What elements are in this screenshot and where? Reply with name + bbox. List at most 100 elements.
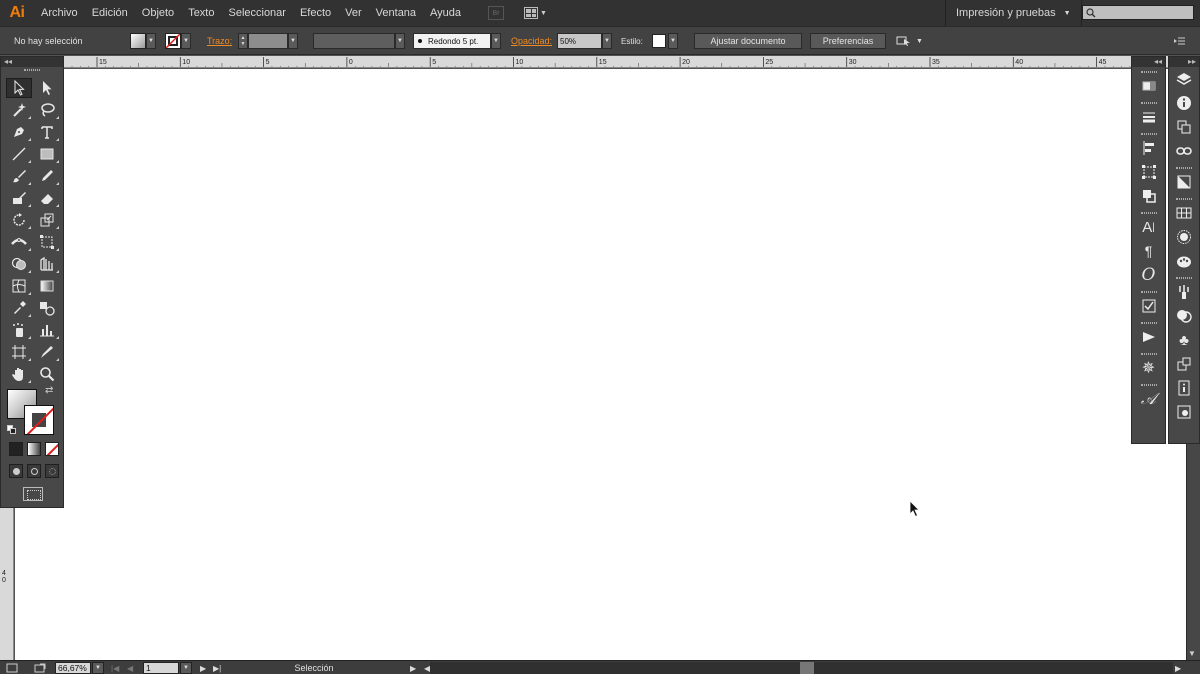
swap-fill-stroke-icon[interactable]: ⇄	[45, 385, 53, 396]
brush-definition-field[interactable]: Redondo 5 pt.	[413, 33, 491, 49]
chevron-down-icon[interactable]: ▼	[602, 33, 612, 49]
scroll-right-icon[interactable]: ▶	[1175, 662, 1181, 674]
search-input[interactable]	[1082, 5, 1194, 20]
artboard-number-input[interactable]: 1	[143, 662, 179, 674]
pencil-icon[interactable]	[34, 166, 60, 186]
navigator-panel-icon[interactable]: ✵	[1132, 356, 1165, 380]
color-mode-icon[interactable]	[9, 442, 23, 456]
magic-wand-icon[interactable]	[6, 100, 32, 120]
bridge-button[interactable]: Br	[488, 6, 505, 20]
workspace-switcher[interactable]: Impresión y pruebas ▼	[945, 0, 1082, 26]
info-panel-icon[interactable]	[1169, 91, 1199, 115]
brush-definition[interactable]: Redondo 5 pt. ▼	[413, 33, 501, 49]
blend-icon[interactable]	[34, 298, 60, 318]
stroke-label-link[interactable]: Trazo:	[207, 36, 232, 46]
eraser-icon[interactable]	[34, 188, 60, 208]
stroke-panel-icon[interactable]	[1132, 105, 1165, 129]
horizontal-ruler[interactable]: 15 10 5 0 5 10 15 20 25 30 35 40 45	[14, 56, 1186, 68]
glyphs-panel-icon[interactable]: 𝒜	[1132, 387, 1165, 411]
transform-panel-icon[interactable]	[1132, 160, 1165, 184]
horizontal-scroll-thumb[interactable]	[800, 662, 814, 674]
artboard-canvas[interactable]	[15, 69, 1186, 660]
variable-width-profile[interactable]: ▼	[313, 33, 405, 49]
zoom-icon[interactable]	[34, 364, 60, 384]
symbol-sprayer-icon[interactable]	[6, 320, 32, 340]
gradient-icon[interactable]	[34, 276, 60, 296]
width-profile-field[interactable]	[313, 33, 395, 49]
stroke-color-box[interactable]	[24, 405, 54, 435]
eyedropper-icon[interactable]	[6, 298, 32, 318]
slice-icon[interactable]	[34, 342, 60, 362]
stroke-label[interactable]: Trazo:	[207, 33, 232, 49]
opacity-input[interactable]: 50%	[557, 33, 602, 49]
draw-normal-icon[interactable]	[9, 464, 23, 478]
screen-mode-icon[interactable]	[23, 487, 43, 501]
chevron-down-icon[interactable]: ▼	[395, 33, 405, 49]
opacity-control[interactable]: 50% ▼	[557, 33, 612, 49]
gradient-mode-icon[interactable]	[27, 442, 41, 456]
libraries-panel-icon[interactable]	[1169, 400, 1199, 424]
transparency-panel-icon[interactable]	[1169, 170, 1199, 194]
links-panel-icon[interactable]	[1169, 139, 1199, 163]
collapse-panel-icon[interactable]: ◂◂	[1132, 57, 1165, 67]
opentype-panel-icon[interactable]: O	[1132, 263, 1165, 287]
shape-builder-icon[interactable]	[6, 254, 32, 274]
fill-swatch[interactable]	[130, 33, 146, 49]
free-transform-icon[interactable]	[34, 232, 60, 252]
chevron-down-icon[interactable]: ▼	[181, 33, 191, 49]
draw-inside-icon[interactable]	[45, 464, 59, 478]
artboards-panel-icon[interactable]	[1169, 115, 1199, 139]
line-segment-icon[interactable]	[6, 144, 32, 164]
last-artboard-icon[interactable]: ▶|	[213, 662, 221, 674]
graphic-style-swatch[interactable]	[652, 34, 666, 48]
chevron-down-icon[interactable]: ▼	[491, 33, 501, 49]
type-icon[interactable]	[34, 122, 60, 142]
scale-icon[interactable]	[34, 210, 60, 230]
document-info-panel-icon[interactable]	[1169, 376, 1199, 400]
direct-selection-icon[interactable]	[34, 78, 60, 98]
lasso-icon[interactable]	[34, 100, 60, 120]
none-mode-icon[interactable]	[45, 442, 59, 456]
pathfinder-panel-icon[interactable]	[1132, 184, 1165, 208]
width-icon[interactable]	[6, 232, 32, 252]
selection-tool-options[interactable]: ▼	[896, 33, 923, 49]
chevron-down-icon[interactable]: ▼	[288, 33, 298, 49]
perspective-grid-icon[interactable]	[34, 254, 60, 274]
layers-panel-icon[interactable]	[1169, 67, 1199, 91]
paragraph-panel-icon[interactable]: ¶	[1132, 239, 1165, 263]
artboard-navigation-icon[interactable]	[6, 662, 18, 674]
menu-texto[interactable]: Texto	[181, 0, 221, 26]
panel-menu-button[interactable]	[1172, 33, 1186, 49]
chevron-down-icon[interactable]: ▼	[146, 33, 156, 49]
stroke-weight-control[interactable]: ▲ ▼ ▼	[238, 33, 298, 49]
fill-color-control[interactable]: ▼	[130, 33, 156, 49]
menu-objeto[interactable]: Objeto	[135, 0, 181, 26]
preferences-button[interactable]: Preferencias	[810, 33, 886, 49]
zoom-level-input[interactable]: 66,67%	[55, 662, 91, 674]
vertical-scrollbar[interactable]	[1186, 444, 1200, 660]
attributes-panel-icon[interactable]	[1132, 294, 1165, 318]
menu-edicion[interactable]: Edición	[85, 0, 135, 26]
paintbrush-icon[interactable]	[6, 166, 32, 186]
draw-behind-icon[interactable]	[27, 464, 41, 478]
status-display[interactable]: Selección	[225, 662, 403, 674]
collapse-panel-icon[interactable]: ▸▸	[1169, 57, 1199, 67]
menu-archivo[interactable]: Archivo	[34, 0, 85, 26]
symbols-panel-icon[interactable]: ♣	[1169, 328, 1199, 352]
opacity-label-link[interactable]: Opacidad:	[511, 36, 552, 46]
scroll-down-icon[interactable]: ▼	[1188, 649, 1196, 658]
align-panel-icon[interactable]	[1132, 136, 1165, 160]
column-graph-icon[interactable]	[34, 320, 60, 340]
open-in-explorer-icon[interactable]	[34, 662, 46, 674]
status-menu-icon[interactable]: ▶	[410, 662, 416, 674]
character-panel-icon[interactable]: A |	[1132, 215, 1165, 239]
stroke-color-control[interactable]: ▼	[165, 33, 191, 49]
asset-export-panel-icon[interactable]	[1169, 352, 1199, 376]
menu-ayuda[interactable]: Ayuda	[423, 0, 468, 26]
menu-seleccionar[interactable]: Seleccionar	[221, 0, 292, 26]
stroke-weight-spinner[interactable]: ▲ ▼	[238, 33, 248, 49]
opacity-label[interactable]: Opacidad:	[511, 33, 552, 49]
menu-ver[interactable]: Ver	[338, 0, 369, 26]
collapse-panel-icon[interactable]: ◂◂	[1, 57, 63, 67]
stroke-none-swatch[interactable]	[165, 33, 181, 49]
